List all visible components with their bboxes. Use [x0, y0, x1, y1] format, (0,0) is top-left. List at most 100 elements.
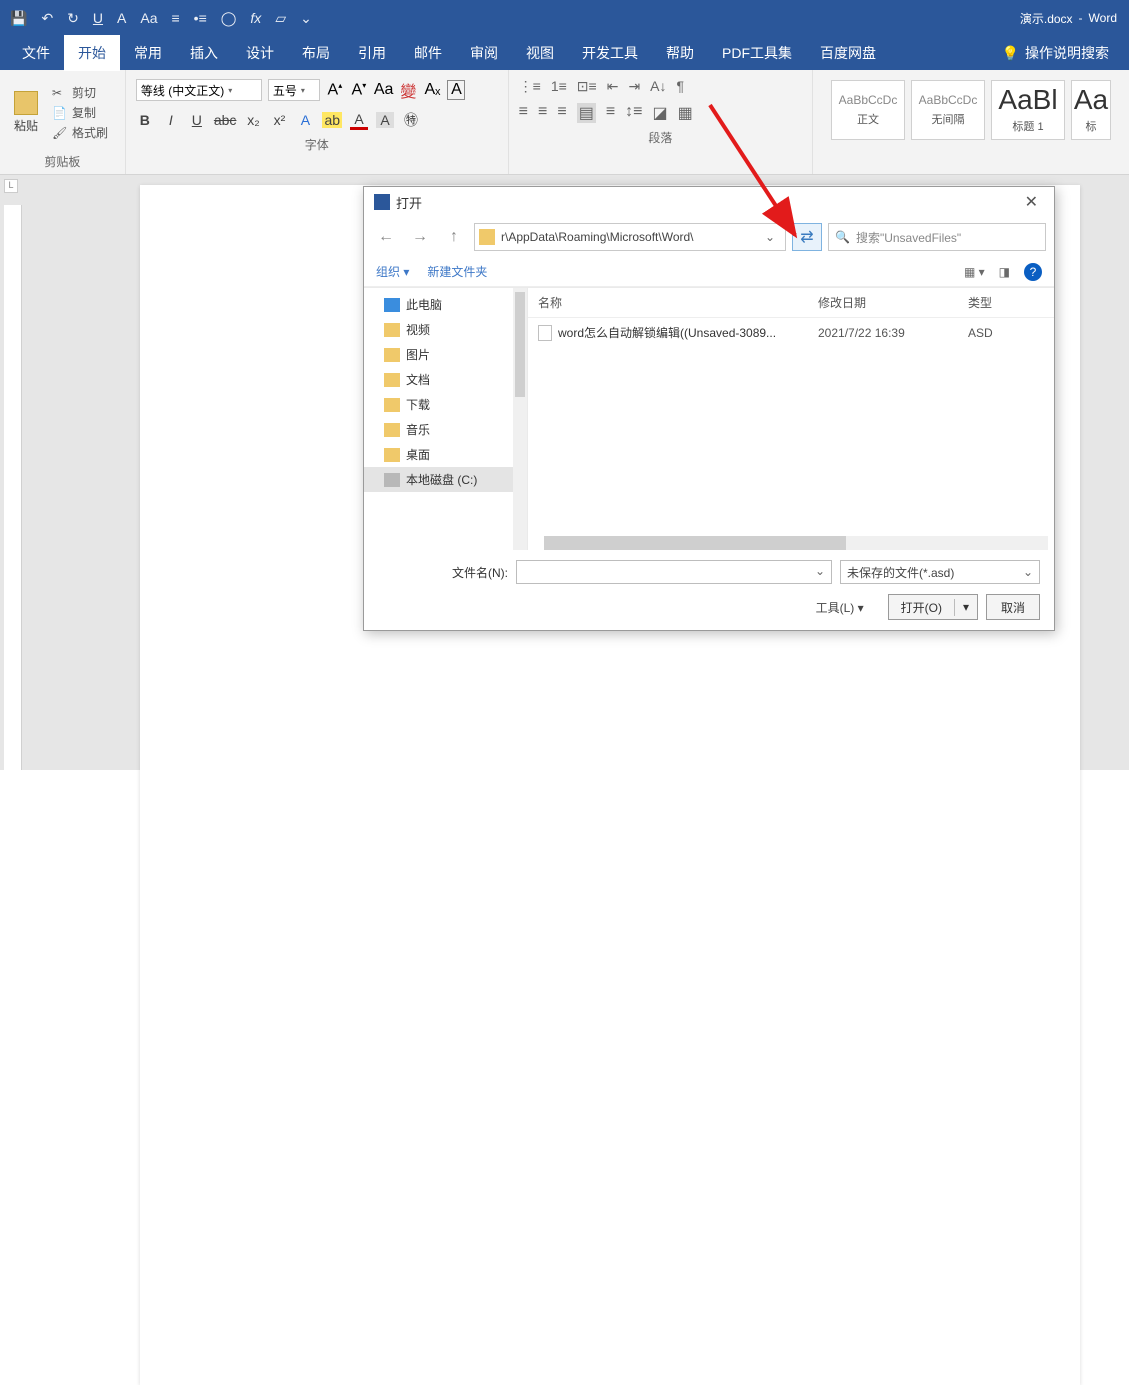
redo-icon[interactable]: ↻ — [67, 10, 79, 27]
close-button[interactable]: ✕ — [1019, 192, 1044, 212]
tab-design[interactable]: 设计 — [232, 35, 288, 71]
line-spacing-icon[interactable]: ↕≡ — [625, 103, 642, 123]
file-list-header[interactable]: 名称 修改日期 类型 — [528, 288, 1054, 318]
circle-icon[interactable]: ◯ — [221, 10, 237, 27]
show-marks-icon[interactable]: ¶ — [677, 78, 685, 95]
tab-mailings[interactable]: 邮件 — [400, 35, 456, 71]
align-right-icon[interactable]: ≡ — [557, 103, 566, 123]
distribute-icon[interactable]: ≡ — [606, 103, 615, 123]
multilevel-icon[interactable]: ⊡≡ — [577, 78, 597, 95]
clear-format-icon[interactable]: Aₓ — [423, 81, 441, 99]
address-dropdown-icon[interactable]: ⌄ — [759, 230, 781, 244]
tab-file[interactable]: 文件 — [8, 35, 64, 71]
font-color-icon[interactable]: A — [350, 111, 368, 130]
superscript-button[interactable]: x² — [270, 112, 288, 128]
highlight-icon[interactable]: ab — [322, 112, 342, 128]
align-center-icon[interactable]: ≡ — [538, 103, 547, 123]
list-icon[interactable]: ≡ — [172, 10, 180, 26]
bold-button[interactable]: B — [136, 112, 154, 128]
tree-videos[interactable]: 视频 — [364, 317, 527, 342]
open-dropdown-icon[interactable]: ▾ — [955, 600, 977, 614]
tree-pictures[interactable]: 图片 — [364, 342, 527, 367]
dec-indent-icon[interactable]: ⇤ — [607, 78, 619, 95]
italic-button[interactable]: I — [162, 112, 180, 128]
cancel-button[interactable]: 取消 — [986, 594, 1040, 620]
filetype-select[interactable]: 未保存的文件(*.asd)⌄ — [840, 560, 1040, 584]
refresh-button[interactable]: ⇄ — [792, 223, 822, 251]
tell-me[interactable]: 💡 操作说明搜索 — [1002, 43, 1129, 63]
tree-scrollbar[interactable] — [513, 288, 527, 550]
font-size-select[interactable]: 五号▾ — [268, 79, 320, 101]
preview-pane-icon[interactable]: ◨ — [999, 265, 1010, 279]
qat-more-icon[interactable]: ⌄ — [300, 10, 312, 27]
paste-button[interactable]: 粘贴 — [8, 89, 44, 136]
enclose-icon[interactable]: ㊕ — [402, 110, 420, 130]
back-button[interactable]: ← — [372, 224, 400, 250]
search-input[interactable]: 🔍 搜索"UnsavedFiles" — [828, 223, 1046, 251]
up-button[interactable]: ↑ — [440, 224, 468, 250]
font-color-icon[interactable]: A — [117, 10, 126, 26]
tab-developer[interactable]: 开发工具 — [568, 35, 652, 71]
tools-button[interactable]: 工具(L) ▾ — [816, 599, 864, 616]
char-shading-icon[interactable]: A — [376, 112, 394, 128]
text-effects-icon[interactable]: A — [296, 112, 314, 128]
style-heading2[interactable]: Aa标 — [1071, 80, 1111, 140]
view-mode-icon[interactable]: ▦ ▾ — [964, 265, 985, 279]
file-list-hscroll[interactable] — [544, 536, 1048, 550]
style-heading1[interactable]: AaBl标题 1 — [991, 80, 1065, 140]
justify-icon[interactable]: ▤ — [577, 103, 596, 123]
organize-button[interactable]: 组织 ▾ — [376, 263, 409, 280]
subscript-button[interactable]: x₂ — [244, 112, 262, 128]
borders-icon[interactable]: ▦ — [678, 103, 693, 123]
style-nospacing[interactable]: AaBbCcDc无间隔 — [911, 80, 985, 140]
file-row[interactable]: word怎么自动解锁编辑((Unsaved-3089... 2021/7/22 … — [528, 318, 1054, 347]
bullets-icon[interactable]: ⋮≡ — [519, 78, 541, 95]
shading-icon[interactable]: ◪ — [653, 103, 668, 123]
col-name[interactable]: 名称 — [538, 294, 818, 311]
filename-input[interactable]: ⌄ — [516, 560, 832, 584]
address-bar[interactable]: r\AppData\Roaming\Microsoft\Word\ ⌄ — [474, 223, 786, 251]
tree-desktop[interactable]: 桌面 — [364, 442, 527, 467]
tree-this-pc[interactable]: 此电脑 — [364, 292, 527, 317]
tab-layout[interactable]: 布局 — [288, 35, 344, 71]
col-date[interactable]: 修改日期 — [818, 294, 968, 311]
font-name-select[interactable]: 等线 (中文正文)▾ — [136, 79, 262, 101]
case-icon[interactable]: Aa — [140, 10, 157, 26]
char-border-icon[interactable]: A — [447, 80, 465, 100]
underline-icon[interactable]: U — [93, 10, 103, 26]
tree-local-disk-c[interactable]: 本地磁盘 (C:) — [364, 467, 527, 492]
bullet-icon[interactable]: •≡ — [194, 10, 207, 26]
cut-button[interactable]: ✂剪切 — [52, 84, 108, 101]
tab-common[interactable]: 常用 — [120, 35, 176, 71]
tree-music[interactable]: 音乐 — [364, 417, 527, 442]
phonetic-icon[interactable]: 變 — [399, 78, 417, 102]
help-icon[interactable]: ? — [1024, 263, 1042, 281]
tab-review[interactable]: 审阅 — [456, 35, 512, 71]
format-painter-button[interactable]: 🖌格式刷 — [52, 124, 108, 141]
undo-icon[interactable]: ↶ — [41, 10, 53, 27]
new-folder-button[interactable]: 新建文件夹 — [427, 263, 487, 280]
strike-button[interactable]: abc — [214, 112, 237, 128]
align-left-icon[interactable]: ≡ — [519, 103, 528, 123]
tab-references[interactable]: 引用 — [344, 35, 400, 71]
tab-view[interactable]: 视图 — [512, 35, 568, 71]
tab-baidu[interactable]: 百度网盘 — [806, 35, 890, 71]
save-icon[interactable]: 💾 — [10, 10, 27, 27]
tab-home[interactable]: 开始 — [64, 35, 120, 71]
copy-button[interactable]: 📄复制 — [52, 104, 108, 121]
shrink-font-icon[interactable]: A▾ — [350, 81, 368, 99]
change-case-icon[interactable]: Aa — [374, 81, 394, 99]
underline-button[interactable]: U — [188, 112, 206, 128]
tab-help[interactable]: 帮助 — [652, 35, 708, 71]
open-button[interactable]: 打开(O)▾ — [888, 594, 978, 620]
shape-icon[interactable]: ▱ — [275, 10, 286, 27]
style-normal[interactable]: AaBbCcDc正文 — [831, 80, 905, 140]
forward-button[interactable]: → — [406, 224, 434, 250]
tree-downloads[interactable]: 下载 — [364, 392, 527, 417]
col-type[interactable]: 类型 — [968, 294, 1044, 311]
sort-icon[interactable]: A↓ — [650, 78, 666, 95]
tree-documents[interactable]: 文档 — [364, 367, 527, 392]
inc-indent-icon[interactable]: ⇥ — [628, 78, 640, 95]
numbering-icon[interactable]: 1≡ — [551, 78, 567, 95]
fx-icon[interactable]: fx — [250, 10, 261, 26]
